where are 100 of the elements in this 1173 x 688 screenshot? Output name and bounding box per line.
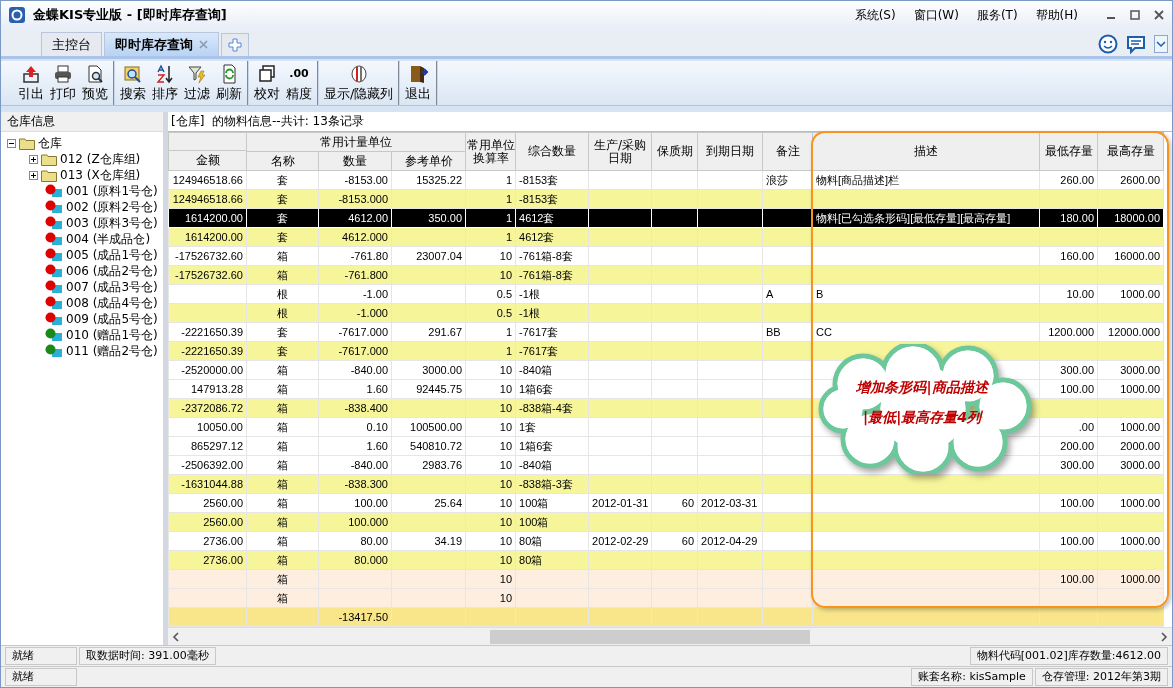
- table-cell: 10050.00: [197, 421, 243, 433]
- table-row[interactable]: 124946518.66 套 -8153.00 15325.22 1 -8153套 浪莎 物料[商品描述]栏 260.00 2600.00: [168, 170, 1164, 190]
- scroll-right-icon[interactable]: [1160, 631, 1168, 642]
- search-icon: [123, 63, 143, 84]
- tree-item[interactable]: 004 (半成品仓): [66, 230, 151, 248]
- table-cell: 80箱: [519, 553, 543, 566]
- table-row[interactable]: 箱 10 100.00 1000.00: [168, 569, 1164, 589]
- table-cell: 4612套: [519, 211, 555, 224]
- table-row[interactable]: -2221650.39 套 -7617.000 1 -7617套: [168, 341, 1164, 361]
- table-cell: 10: [499, 497, 512, 509]
- table-row[interactable]: -13417.50: [168, 607, 1164, 627]
- table-cell: 套: [277, 211, 288, 224]
- folder-icon: [41, 152, 57, 166]
- table-cell: 160.00: [1060, 250, 1094, 262]
- table-row[interactable]: 箱 10: [168, 588, 1164, 608]
- column-header[interactable]: 备注: [775, 145, 800, 158]
- table-cell: 10: [499, 478, 512, 490]
- table-row[interactable]: -17526732.60 箱 -761.80 23007.04 10 -761箱-8套 160.00 16000.00: [168, 246, 1164, 266]
- table-cell: 箱: [277, 591, 288, 604]
- table-cell: 23007.04: [416, 250, 462, 262]
- table-cell: 16000.00: [1114, 250, 1160, 262]
- tab[interactable]: 即时库存查询: [104, 32, 219, 56]
- chat-icon[interactable]: [1126, 34, 1146, 54]
- table-row[interactable]: 2560.00 箱 100.00 25.64 10 100箱 2012-01-31 60 2012-03-31 100.00 1000.00: [168, 493, 1164, 513]
- tab[interactable]: 主控台: [41, 32, 102, 56]
- tree-item[interactable]: 001 (原料1号仓): [66, 182, 158, 200]
- toolbar-button[interactable]: .00 精度: [285, 61, 313, 105]
- toolbar-button[interactable]: 搜索: [119, 61, 147, 105]
- maximize-icon[interactable]: [1130, 10, 1140, 20]
- table-cell: 套: [277, 344, 288, 357]
- table-cell: -17526732.60: [175, 269, 243, 281]
- toolbar-button[interactable]: 打印: [49, 61, 77, 105]
- tree-item[interactable]: 007 (成品3号仓): [66, 278, 158, 296]
- menu-item[interactable]: 服务(T): [976, 6, 1018, 24]
- table-row[interactable]: 2736.00 箱 80.000 10 80箱: [168, 550, 1164, 570]
- column-header[interactable]: 描述: [914, 145, 938, 158]
- table-cell: 1000.00: [1120, 383, 1160, 395]
- tree-item[interactable]: 010 (赠品1号仓): [66, 326, 158, 344]
- close-icon[interactable]: [1154, 10, 1164, 20]
- table-row[interactable]: 2560.00 箱 100.000 10 100箱: [168, 512, 1164, 532]
- table-cell: 291.67: [428, 326, 462, 338]
- table-row[interactable]: -2221650.39 套 -7617.000 291.67 1 -7617套 BB CC 1200.000 12000.000: [168, 322, 1164, 342]
- table-cell: -13417.50: [338, 611, 388, 623]
- table-cell: CC: [816, 326, 832, 338]
- table-row[interactable]: -17526732.60 箱 -761.800 10 -761箱-8套: [168, 265, 1164, 285]
- tree-item[interactable]: 002 (原料2号仓): [66, 198, 158, 216]
- table-row[interactable]: 根 -1.000 0.5 -1根: [168, 303, 1164, 323]
- table-cell: B: [816, 288, 824, 300]
- table-cell: -838.400: [344, 402, 388, 414]
- exit-door-icon: [408, 63, 429, 84]
- table-cell: -2221650.39: [181, 345, 243, 357]
- table-cell: 1.60: [366, 383, 388, 395]
- table-row[interactable]: 124946518.66 套 -8153.000 1 -8153套: [168, 189, 1164, 209]
- toolbar-button[interactable]: 校对: [253, 61, 281, 105]
- table-row[interactable]: 根 -1.00 0.5 -1根 A B 10.00 1000.00: [168, 284, 1164, 304]
- scroll-left-icon[interactable]: [172, 631, 180, 642]
- status-text: 就绪: [5, 647, 77, 665]
- table-cell: 0.5: [496, 288, 512, 300]
- table-cell: 2600.00: [1120, 174, 1160, 186]
- table-row[interactable]: 1614200.00 套 4612.000 1 4612套: [168, 227, 1164, 247]
- tree-item[interactable]: 003 (原料3号仓): [66, 214, 158, 232]
- collapse-icon[interactable]: [7, 138, 16, 148]
- toolbar-button[interactable]: 显示/隐藏列: [323, 61, 395, 105]
- tree-item[interactable]: 006 (成品2号仓): [66, 262, 158, 280]
- toolbar-button[interactable]: 过滤: [183, 61, 211, 105]
- toolbar-button[interactable]: 退出: [404, 61, 433, 105]
- toolbar-button[interactable]: 刷新: [215, 61, 243, 105]
- dropdown-icon[interactable]: [1154, 35, 1168, 53]
- table-cell: 92445.75: [416, 383, 462, 395]
- table-cell: 80.000: [354, 554, 388, 566]
- smiley-icon[interactable]: [1098, 34, 1118, 54]
- table-cell: 2012-02-29: [592, 535, 649, 547]
- toolbar-button[interactable]: 引出: [17, 61, 45, 105]
- table-row[interactable]: -1631044.88 箱 -838.300 10 -838箱-3套: [168, 474, 1164, 494]
- tree-item[interactable]: 005 (成品1号仓): [66, 246, 158, 264]
- tree-item[interactable]: 012 (Z仓库组): [60, 150, 141, 168]
- table-cell: 箱: [277, 268, 288, 281]
- table-cell: 2560.00: [203, 516, 243, 528]
- table-cell: 124946518.66: [172, 174, 243, 186]
- expand-icon[interactable]: [29, 154, 38, 164]
- toolbar-button[interactable]: 排序: [151, 61, 179, 105]
- toolbar-button[interactable]: 预览: [81, 61, 109, 105]
- table-row[interactable]: 2736.00 箱 80.00 34.19 10 80箱 2012-02-29 60 2012-04-29 100.00 1000.00: [168, 531, 1164, 551]
- tree-item[interactable]: 013 (X仓库组): [60, 166, 141, 184]
- expand-icon[interactable]: [29, 170, 38, 180]
- table-cell: 箱: [277, 382, 288, 395]
- table-cell: 2983.76: [422, 459, 462, 471]
- menu-item[interactable]: 帮助(H): [1035, 6, 1078, 24]
- menu-item[interactable]: 系统(S): [854, 6, 896, 24]
- tree-root[interactable]: 仓库: [38, 134, 62, 152]
- column-group-header: 常用计量单位: [246, 132, 466, 152]
- preview-icon: [85, 63, 105, 84]
- status-text: 账套名称: kisSample: [911, 668, 1033, 686]
- table-row[interactable]: 1614200.00 套 4612.00 350.00 1 4612套 物料[已勾选条形码][最低存量][最高存量] 180.00 18000.00: [168, 208, 1164, 228]
- tree-item[interactable]: 011 (赠品2号仓): [66, 342, 158, 360]
- menu-item[interactable]: 窗口(W): [913, 6, 959, 24]
- table-cell: 1200.000: [1048, 326, 1094, 338]
- tree-item[interactable]: 008 (成品4号仓): [66, 294, 158, 312]
- tree-item[interactable]: 009 (成品5号仓): [66, 310, 158, 328]
- horizontal-scrollbar[interactable]: [168, 627, 1172, 645]
